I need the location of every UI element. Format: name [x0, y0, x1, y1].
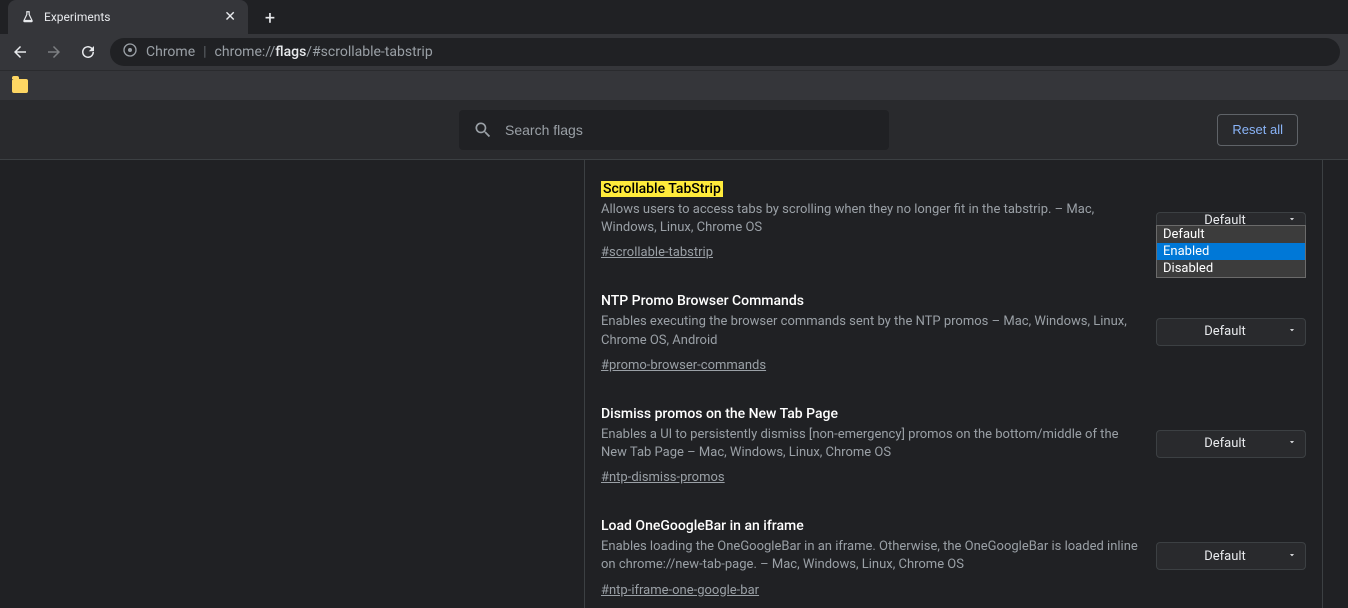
- flag-title: Scrollable TabStrip: [601, 181, 723, 197]
- select-value: Default: [1204, 436, 1246, 451]
- flag-select[interactable]: Default: [1156, 542, 1306, 570]
- tab-strip: Experiments ✕ +: [0, 0, 1348, 34]
- flag-select[interactable]: Default: [1156, 318, 1306, 346]
- flags-list: Scrollable TabStrip Allows users to acce…: [585, 160, 1322, 608]
- forward-button[interactable]: [42, 40, 66, 64]
- right-panel: [1322, 160, 1348, 608]
- reload-button[interactable]: [76, 40, 100, 64]
- browser-tab[interactable]: Experiments ✕: [8, 0, 248, 34]
- select-dropdown: Default Enabled Disabled: [1156, 225, 1306, 278]
- flag-ntp-iframe-one-google-bar: Load OneGoogleBar in an iframe Enables l…: [601, 515, 1306, 597]
- url-prefix: Chrome: [146, 44, 195, 60]
- option-enabled[interactable]: Enabled: [1157, 243, 1305, 260]
- flag-hash-link[interactable]: #promo-browser-commands: [601, 358, 766, 373]
- tab-title: Experiments: [44, 10, 216, 24]
- url-text: chrome://flags/#scrollable-tabstrip: [215, 44, 433, 60]
- flag-ntp-dismiss-promos: Dismiss promos on the New Tab Page Enabl…: [601, 403, 1306, 485]
- flags-content: Scrollable TabStrip Allows users to acce…: [0, 160, 1348, 608]
- option-default[interactable]: Default: [1157, 226, 1305, 243]
- flag-select[interactable]: Default: [1156, 430, 1306, 458]
- left-panel: [0, 160, 585, 608]
- select-value: Default: [1204, 549, 1246, 564]
- url-divider: |: [203, 44, 206, 60]
- flag-title: Load OneGoogleBar in an iframe: [601, 518, 804, 534]
- flask-icon: [20, 9, 36, 25]
- flag-hash-link[interactable]: #ntp-iframe-one-google-bar: [601, 583, 759, 598]
- flag-title: Dismiss promos on the New Tab Page: [601, 406, 838, 422]
- search-input[interactable]: [505, 122, 875, 138]
- flag-scrollable-tabstrip: Scrollable TabStrip Allows users to acce…: [601, 178, 1306, 260]
- address-bar[interactable]: Chrome | chrome://flags/#scrollable-tabs…: [110, 38, 1340, 66]
- back-button[interactable]: [8, 40, 32, 64]
- new-tab-button[interactable]: +: [256, 4, 284, 32]
- flag-hash-link[interactable]: #scrollable-tabstrip: [601, 245, 713, 260]
- search-box[interactable]: [459, 110, 889, 150]
- option-disabled[interactable]: Disabled: [1157, 260, 1305, 277]
- select-value: Default: [1204, 324, 1246, 339]
- flag-description: Enables executing the browser commands s…: [601, 313, 1140, 349]
- flag-promo-browser-commands: NTP Promo Browser Commands Enables execu…: [601, 290, 1306, 372]
- close-icon[interactable]: ✕: [224, 9, 236, 25]
- flags-header: Reset all: [0, 100, 1348, 160]
- browser-toolbar: Chrome | chrome://flags/#scrollable-tabs…: [0, 34, 1348, 70]
- flag-description: Enables a UI to persistently dismiss [no…: [601, 426, 1140, 462]
- search-icon: [473, 120, 493, 140]
- chevron-down-icon: [1287, 324, 1297, 339]
- chevron-down-icon: [1287, 436, 1297, 451]
- bookmarks-bar: [0, 70, 1348, 100]
- flag-select[interactable]: Default Default Enabled Disabled: [1156, 212, 1306, 226]
- chevron-down-icon: [1287, 549, 1297, 564]
- flag-description: Allows users to access tabs by scrolling…: [601, 201, 1140, 237]
- flag-description: Enables loading the OneGoogleBar in an i…: [601, 538, 1140, 574]
- flag-hash-link[interactable]: #ntp-dismiss-promos: [601, 470, 725, 485]
- bookmark-folder-icon[interactable]: [12, 79, 28, 93]
- reset-all-button[interactable]: Reset all: [1217, 114, 1298, 146]
- flag-title: NTP Promo Browser Commands: [601, 293, 804, 309]
- chrome-icon: [122, 42, 138, 62]
